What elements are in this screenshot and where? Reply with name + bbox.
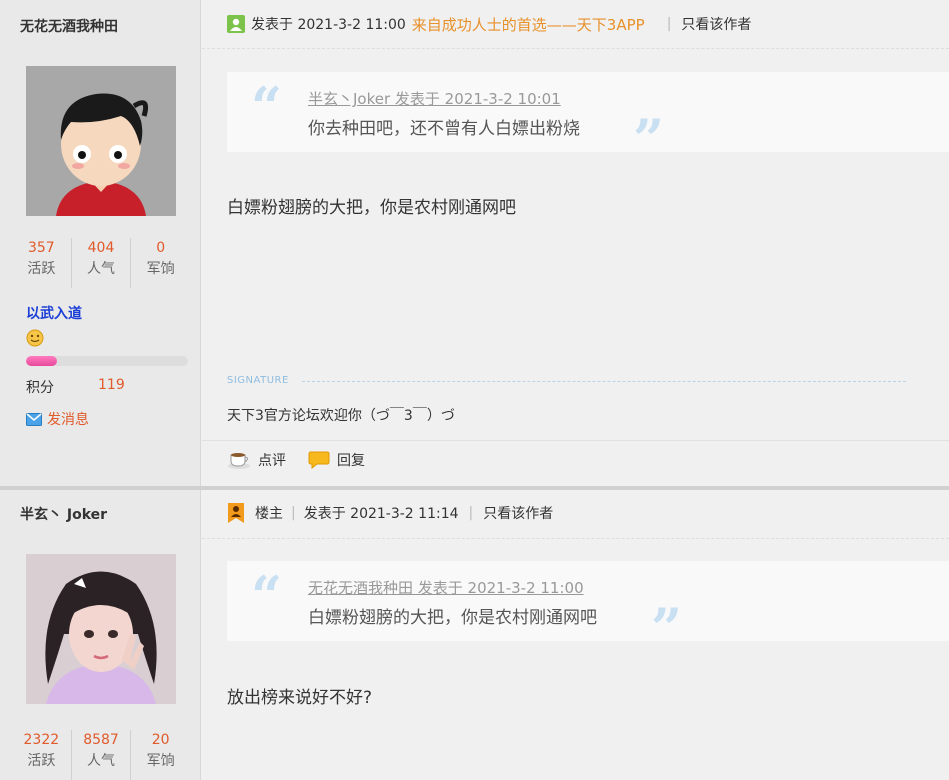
experience-fill: [26, 356, 57, 366]
signature-divider: [302, 381, 906, 382]
cartoon-boy-avatar: [26, 66, 176, 216]
header-divider: [202, 48, 949, 49]
quote-text: 白嫖粉翅膀的大把，你是农村刚通网吧: [308, 608, 597, 628]
close-quote-icon: ”: [651, 596, 683, 660]
speech-bubble-icon: [308, 451, 330, 469]
separator: |: [666, 16, 672, 32]
signature-bottom-divider: [202, 440, 949, 441]
send-message-label: 发消息: [47, 412, 89, 428]
stat-popularity[interactable]: 404 人气: [72, 238, 132, 288]
post-time: 发表于 2021-3-2 11:14: [303, 506, 459, 522]
stat-value: 2322: [23, 732, 60, 748]
post-content: 放出榜来说好不好?: [227, 688, 373, 708]
stat-value: 20: [151, 732, 170, 748]
stat-value: 0: [156, 240, 166, 256]
signature-label: SIGNATURE: [227, 375, 289, 386]
open-quote-icon: “: [251, 75, 283, 139]
experience-bar: [26, 356, 188, 366]
reply-label: 回复: [337, 453, 365, 469]
coffee-cup-icon: [228, 453, 250, 469]
stat-label: 活跃: [27, 753, 56, 769]
points: 积分 119: [26, 377, 125, 397]
user-rank[interactable]: 以武入道: [26, 303, 82, 323]
comment-button[interactable]: 点评: [227, 450, 286, 470]
post-header: 发表于 2021-3-2 11:00 来自成功人士的首选——天下3APP | 只…: [227, 10, 751, 38]
open-quote-icon: “: [251, 564, 283, 628]
comment-label: 点评: [258, 453, 286, 469]
quote-source-link[interactable]: 无花无酒我种田 发表于 2021-3-2 11:00: [308, 577, 584, 598]
post-content: 白嫖粉翅膀的大把，你是农村刚通网吧: [227, 198, 516, 218]
only-author-link[interactable]: 只看该作者: [681, 14, 751, 34]
stat-activity[interactable]: 2322 活跃: [12, 730, 72, 780]
post-actions: 点评 回复: [227, 450, 387, 470]
envelope-icon: [26, 412, 42, 426]
stat-label: 军饷: [146, 261, 175, 277]
thread-owner-icon: [228, 503, 244, 523]
post-time: 发表于 2021-3-2 11:00: [251, 17, 406, 33]
points-value: 119: [98, 377, 125, 393]
avatar[interactable]: [26, 66, 176, 216]
stat-popularity[interactable]: 8587 人气: [72, 730, 132, 780]
reply-button[interactable]: 回复: [308, 450, 365, 470]
post-2: 半玄丶 Joker 2322 活跃 8587 人气 20 军饷 楼主 | 发表于…: [0, 486, 949, 780]
girl-photo-avatar: [26, 554, 176, 704]
author-name[interactable]: 半玄丶 Joker: [20, 504, 107, 524]
stat-value: 8587: [83, 732, 119, 748]
stat-label: 人气: [87, 261, 115, 277]
avatar[interactable]: [26, 554, 176, 704]
author-name[interactable]: 无花无酒我种田: [20, 16, 118, 36]
quote-block: “ 无花无酒我种田 发表于 2021-3-2 11:00 白嫖粉翅膀的大把，你是…: [227, 561, 949, 655]
stat-value: 404: [87, 240, 115, 256]
stat-activity[interactable]: 357 活跃: [12, 238, 72, 288]
stat-label: 活跃: [27, 261, 56, 277]
thread-owner-label: 楼主: [255, 506, 283, 522]
send-message-link[interactable]: 发消息: [26, 409, 89, 429]
stat-label: 人气: [87, 753, 115, 769]
post-1: 无花无酒我种田 357 活跃 404 人气 0 军饷 以武入道 积分 119 发…: [0, 0, 949, 486]
close-quote-icon: ”: [633, 107, 665, 171]
author-sidebar: 无花无酒我种田 357 活跃 404 人气 0 军饷 以武入道 积分 119 发…: [0, 0, 201, 486]
separator: |: [291, 505, 296, 521]
stat-pay[interactable]: 20 军饷: [131, 730, 190, 780]
points-label: 积分: [26, 380, 54, 396]
promo-link[interactable]: 来自成功人士的首选——天下3APP: [412, 14, 645, 35]
online-user-icon: [227, 15, 245, 33]
stat-pay[interactable]: 0 军饷: [131, 238, 190, 288]
smiley-icon: [26, 329, 44, 347]
post-body: 楼主 | 发表于 2021-3-2 11:14 | 只看该作者 “ 无花无酒我种…: [202, 490, 949, 780]
post-header: 楼主 | 发表于 2021-3-2 11:14 | 只看该作者: [227, 499, 553, 527]
post-body: 发表于 2021-3-2 11:00 来自成功人士的首选——天下3APP | 只…: [202, 0, 949, 486]
quote-text: 你去种田吧，还不曾有人白嫖出粉烧: [308, 119, 580, 139]
author-stats: 357 活跃 404 人气 0 军饷: [12, 238, 190, 288]
author-stats: 2322 活跃 8587 人气 20 军饷: [12, 730, 190, 780]
only-author-link[interactable]: 只看该作者: [483, 503, 553, 523]
quote-source-link[interactable]: 半玄丶Joker 发表于 2021-3-2 10:01: [308, 88, 561, 109]
separator: |: [468, 505, 474, 521]
header-divider: [202, 538, 949, 539]
quote-block: “ 半玄丶Joker 发表于 2021-3-2 10:01 你去种田吧，还不曾有…: [227, 72, 949, 166]
stat-value: 357: [27, 240, 55, 256]
signature-text: 天下3官方论坛欢迎你（づ￣3￣）づ: [227, 408, 455, 424]
stat-label: 军饷: [146, 753, 175, 769]
author-sidebar: 半玄丶 Joker 2322 活跃 8587 人气 20 军饷: [0, 490, 201, 780]
